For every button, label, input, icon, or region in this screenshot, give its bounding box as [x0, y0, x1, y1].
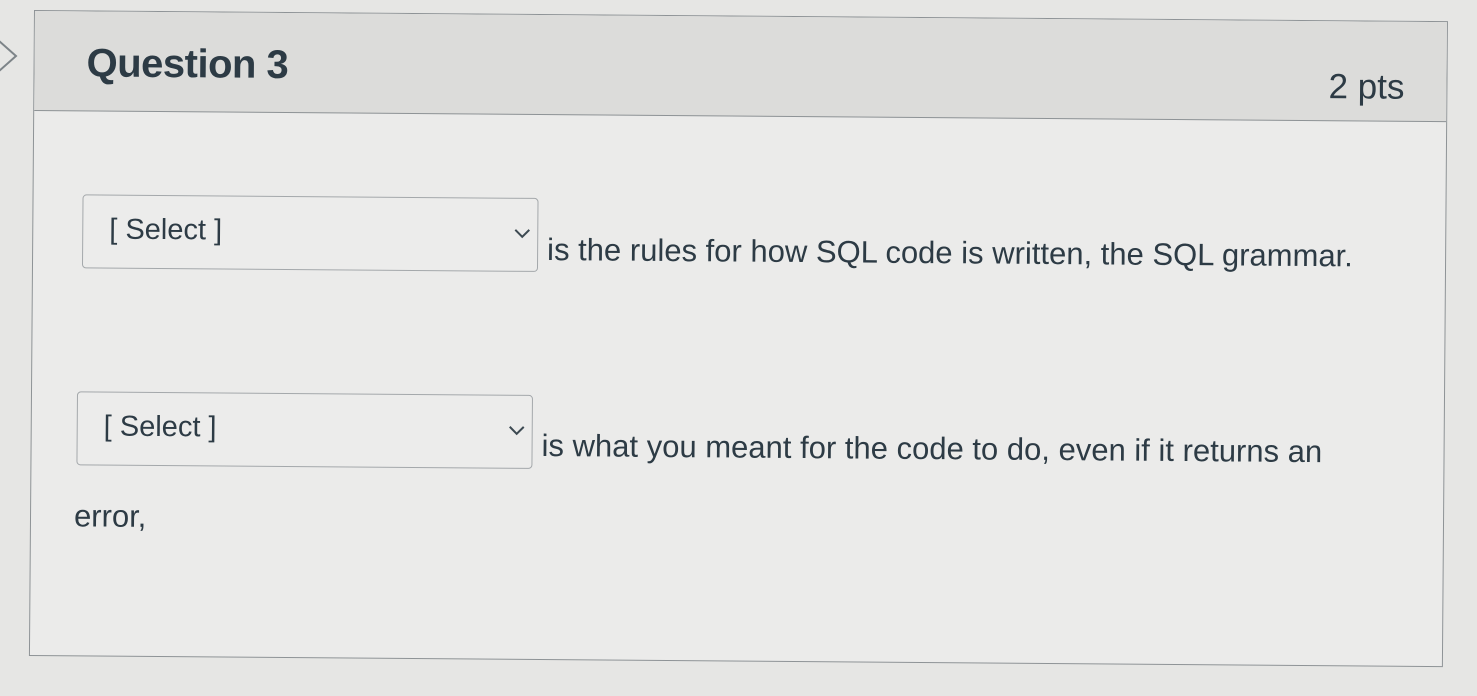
statement-1-text: is the rules for how SQL code is written…: [546, 232, 1354, 274]
chevron-down-icon: [514, 229, 530, 239]
question-header: Question 3 2 pts: [34, 11, 1447, 123]
select-value: [ Select ]: [109, 213, 223, 247]
question-card: Question 3 2 pts [ Select ] is the rules…: [28, 10, 1448, 668]
statement-2-continuation: error,: [73, 498, 147, 534]
chevron-down-icon: [509, 426, 525, 436]
statement-2-text: is what you meant for the code to do, ev…: [541, 428, 1323, 470]
chevron-right-icon[interactable]: [0, 36, 24, 76]
question-title: Question 3: [86, 41, 289, 87]
answer-select-2[interactable]: [ Select ]: [76, 391, 533, 469]
question-points: 2 pts: [1328, 67, 1405, 107]
select-value: [ Select ]: [103, 410, 217, 444]
answer-select-1[interactable]: [ Select ]: [81, 194, 539, 272]
